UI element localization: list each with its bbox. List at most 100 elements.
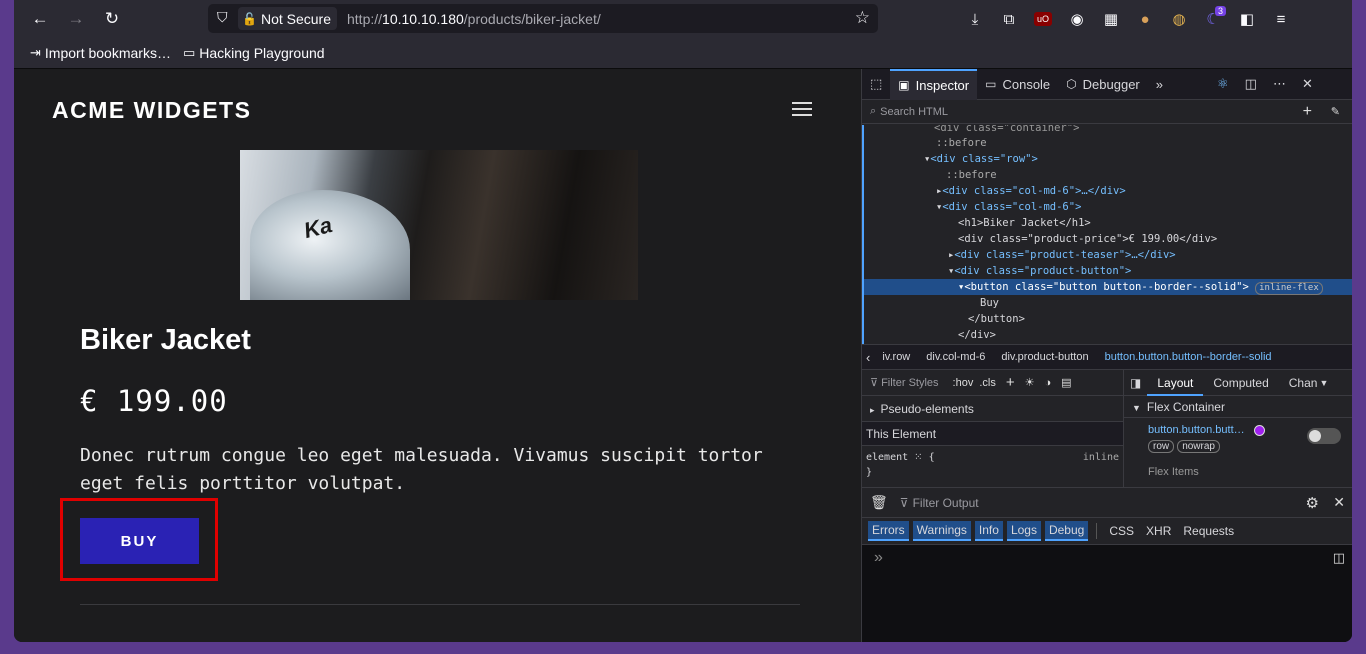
close-split-console-icon[interactable]: ✕ bbox=[1333, 494, 1345, 511]
flex-selector[interactable]: button.button.butt… bbox=[1148, 424, 1245, 436]
markup-line[interactable]: ::before bbox=[864, 135, 1352, 151]
devtools-tabs: ⬚ ▣ Inspector ▭ Console ⬡ Debugger » ⚛ ◫ ⋯ … bbox=[862, 68, 1352, 100]
print-media-icon[interactable]: ▤ bbox=[1061, 376, 1071, 389]
tab-computed[interactable]: Computed bbox=[1203, 370, 1278, 396]
filter-output-input[interactable]: Filter Output bbox=[913, 496, 979, 510]
search-icon: ⌕ bbox=[870, 105, 877, 117]
breadcrumb-item[interactable]: div.col-md-6 bbox=[918, 351, 993, 363]
markup-line[interactable]: </div> bbox=[864, 327, 1352, 343]
bookmark-star-icon[interactable]: ☆ bbox=[855, 8, 870, 28]
dock-side-icon[interactable]: ◫ bbox=[1237, 69, 1265, 100]
filter-css[interactable]: CSS bbox=[1105, 522, 1138, 540]
navigation-toolbar: ← → ↻ ⛉ 🔓 Not Secure http://10.10.10.180… bbox=[14, 0, 1352, 38]
tab-console[interactable]: ▭ Console bbox=[977, 69, 1058, 100]
breadcrumb-item[interactable]: div.product-button bbox=[993, 351, 1096, 363]
ublock-icon[interactable]: uO bbox=[1026, 4, 1060, 34]
markup-line[interactable]: ▸<div class="product-teaser">…</div> bbox=[864, 247, 1352, 263]
filter-warnings[interactable]: Warnings bbox=[912, 521, 971, 541]
mask-extension-icon[interactable]: ◉ bbox=[1060, 4, 1094, 34]
tab-debugger[interactable]: ⬡ Debugger bbox=[1058, 69, 1148, 100]
qr-code-icon[interactable]: ▦ bbox=[1094, 4, 1128, 34]
url-bar[interactable]: ⛉ 🔓 Not Secure http://10.10.10.180/produ… bbox=[208, 4, 878, 33]
layout-panel: ◨ Layout Computed Chan ▼ ▼ Flex Container… bbox=[1124, 370, 1352, 487]
hamburger-icon[interactable] bbox=[792, 102, 812, 116]
breadcrumb-back-icon[interactable]: ‹ bbox=[862, 350, 874, 365]
accessibility-icon[interactable]: ⚛ bbox=[1209, 69, 1237, 100]
tab-changes[interactable]: Chan bbox=[1279, 370, 1320, 396]
flex-color-swatch[interactable] bbox=[1253, 424, 1265, 436]
hamburger-menu-icon[interactable]: ≡ bbox=[1264, 4, 1298, 34]
eyedropper-icon[interactable]: ✎ bbox=[1331, 105, 1340, 118]
dark-theme-icon[interactable]: ◑ bbox=[1044, 377, 1051, 389]
close-devtools-icon[interactable]: ✕ bbox=[1294, 69, 1321, 100]
console-settings-icon[interactable]: ⚙ bbox=[1306, 494, 1319, 512]
breadcrumb-item[interactable]: iv.row bbox=[874, 351, 918, 363]
markup-line-selected[interactable]: ▾<button class="button button--border--s… bbox=[864, 279, 1352, 295]
html-search[interactable]: ⌕ Search HTML + ✎ bbox=[862, 100, 1352, 124]
filter-errors[interactable]: Errors bbox=[868, 521, 909, 541]
markup-line[interactable]: Buy bbox=[864, 295, 1352, 311]
markup-line[interactable]: ▾<div class="product-button"> bbox=[864, 263, 1352, 279]
markup-line[interactable]: ▾<div class="col-md-6"> bbox=[864, 199, 1352, 215]
search-html-input[interactable]: Search HTML bbox=[880, 106, 948, 118]
cookie-editor-icon[interactable]: ◍ bbox=[1162, 4, 1196, 34]
sidebar-toggle-icon[interactable]: ◨ bbox=[1124, 376, 1147, 390]
not-secure-badge[interactable]: 🔓 Not Secure bbox=[238, 7, 337, 30]
console-input[interactable]: » ◫ bbox=[862, 545, 1352, 569]
back-button[interactable]: ← bbox=[22, 4, 58, 34]
light-theme-icon[interactable]: ☀ bbox=[1025, 376, 1035, 389]
cookie-icon[interactable]: ● bbox=[1128, 4, 1162, 34]
markup-line[interactable]: ::before bbox=[864, 167, 1352, 183]
breadcrumb-item-selected[interactable]: button.button.button--border--solid bbox=[1097, 351, 1280, 363]
element-rule[interactable]: element ⁙ {inline } bbox=[862, 446, 1123, 480]
not-secure-label: Not Secure bbox=[260, 10, 331, 27]
filter-debug[interactable]: Debug bbox=[1044, 521, 1089, 541]
filter-info[interactable]: Info bbox=[974, 521, 1003, 541]
element-picker-icon[interactable]: ⬚ bbox=[862, 69, 890, 100]
filter-styles-input[interactable]: Filter Styles bbox=[881, 377, 938, 389]
more-tabs-icon[interactable]: » bbox=[1148, 69, 1171, 100]
chevron-down-icon[interactable]: ▼ bbox=[1319, 378, 1328, 388]
shield-icon[interactable]: ⛉ bbox=[217, 9, 228, 26]
bookmark-import[interactable]: ⇥ Import bookmarks… bbox=[30, 45, 171, 61]
site-brand[interactable]: ACME WIDGETS bbox=[52, 97, 251, 124]
markup-line[interactable]: ▸<div class="col-md-6">…</div> bbox=[864, 183, 1352, 199]
puzzle-extension-icon[interactable]: ◧ bbox=[1230, 4, 1264, 34]
markup-line[interactable]: <div class="product-price">€ 199.00</div… bbox=[864, 231, 1352, 247]
tab-inspector[interactable]: ▣ Inspector bbox=[890, 68, 978, 100]
flex-container-header[interactable]: ▼ Flex Container bbox=[1124, 396, 1352, 418]
divider bbox=[80, 604, 800, 605]
hov-toggle[interactable]: :hov bbox=[953, 377, 974, 389]
bookmark-folder-hacking-playground[interactable]: ▭ Hacking Playground bbox=[183, 45, 325, 61]
url-text[interactable]: http://10.10.10.180/products/biker-jacke… bbox=[347, 11, 601, 27]
add-rule-icon[interactable]: + bbox=[1006, 374, 1015, 391]
filter-logs[interactable]: Logs bbox=[1006, 521, 1041, 541]
devtools-options-icon[interactable]: ⋯ bbox=[1265, 69, 1294, 100]
add-node-icon[interactable]: + bbox=[1303, 103, 1312, 121]
product-image: Ka bbox=[240, 150, 638, 300]
flex-highlight-toggle[interactable] bbox=[1307, 428, 1341, 444]
web-page: ACME WIDGETS Ka Biker Jacket € 199.00 Do… bbox=[14, 69, 861, 642]
forward-button[interactable]: → bbox=[58, 4, 94, 34]
filter-xhr[interactable]: XHR bbox=[1142, 522, 1175, 540]
trash-icon[interactable]: 🗑 bbox=[870, 494, 888, 511]
cls-toggle[interactable]: .cls bbox=[979, 377, 996, 389]
downloads-icon[interactable]: ⤓ bbox=[958, 4, 992, 34]
markup-line[interactable]: </button> bbox=[864, 311, 1352, 327]
markup-line[interactable]: <h1>Biker Jacket</h1> bbox=[864, 215, 1352, 231]
buy-button[interactable]: BUY bbox=[80, 518, 199, 564]
product-teaser: Donec rutrum congue leo eget malesuada. … bbox=[80, 445, 763, 494]
filter-requests[interactable]: Requests bbox=[1179, 522, 1238, 540]
pseudo-elements-toggle[interactable]: ▸ Pseudo-elements bbox=[862, 396, 1123, 422]
editor-mode-icon[interactable]: ◫ bbox=[1333, 550, 1345, 566]
divider bbox=[1096, 523, 1098, 539]
inline-flex-badge[interactable]: inline-flex bbox=[1255, 282, 1323, 295]
moon-extension-icon[interactable]: ☾ 3 bbox=[1196, 4, 1230, 34]
flex-items-header[interactable]: Flex Items bbox=[1124, 462, 1352, 476]
tab-layout[interactable]: Layout bbox=[1147, 370, 1204, 396]
reload-button[interactable]: ↻ bbox=[94, 4, 130, 34]
devtools-panel: ⬚ ▣ Inspector ▭ Console ⬡ Debugger » ⚛ ◫ ⋯ … bbox=[861, 68, 1352, 642]
markup-line[interactable]: <div class="container"> bbox=[864, 125, 1352, 135]
extensions-icon[interactable]: ⧉ bbox=[992, 4, 1026, 34]
markup-line[interactable]: ▾<div class="row"> bbox=[864, 151, 1352, 167]
